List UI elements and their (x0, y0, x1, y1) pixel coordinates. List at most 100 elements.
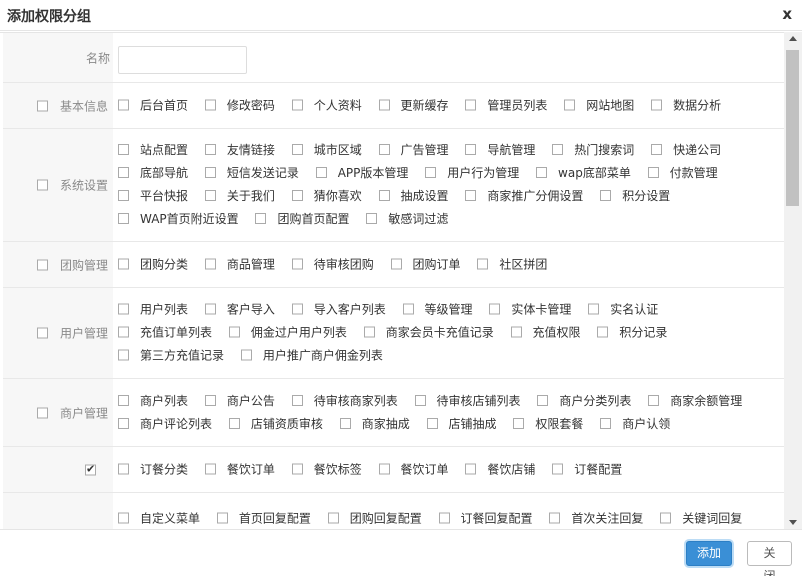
permission-item[interactable]: 订餐回复配置 (438, 512, 546, 526)
permission-item[interactable]: 首次关注回复 (549, 512, 656, 526)
permission-item[interactable]: 网站地图 (564, 98, 647, 112)
permission-item[interactable]: 店铺资质审核 (228, 417, 336, 431)
permission-item[interactable]: 待审核店铺列表 (414, 394, 534, 408)
permission-checkbox[interactable] (363, 326, 375, 338)
permission-item[interactable]: 商品管理 (204, 257, 288, 271)
permission-item[interactable]: 关于我们 (204, 189, 288, 203)
permission-item[interactable]: 商家会员卡充值记录 (363, 326, 507, 340)
permission-checkbox[interactable] (651, 144, 663, 155)
permission-checkbox[interactable] (651, 99, 663, 110)
permission-checkbox[interactable] (228, 417, 240, 429)
permission-item[interactable]: 商户列表 (118, 394, 201, 408)
permission-checkbox[interactable] (118, 326, 129, 338)
add-button[interactable]: 添加 (686, 541, 732, 566)
permission-item[interactable]: 商户公告 (204, 394, 288, 408)
scrollbar[interactable] (784, 32, 802, 529)
permission-item[interactable]: 等级管理 (402, 303, 486, 317)
permission-checkbox[interactable] (552, 463, 564, 474)
permission-item[interactable]: 团购分类 (118, 257, 201, 271)
permission-checkbox[interactable] (216, 512, 228, 524)
permission-item[interactable]: 权限套餐 (513, 417, 596, 431)
permission-item[interactable]: APP版本管理 (315, 166, 422, 180)
permission-item[interactable]: 充值权限 (510, 326, 594, 340)
permission-checkbox[interactable] (204, 463, 216, 474)
permission-checkbox[interactable] (291, 303, 303, 315)
permission-checkbox[interactable] (291, 463, 303, 474)
permission-checkbox[interactable] (378, 190, 390, 201)
permission-checkbox[interactable] (549, 512, 561, 524)
permission-item[interactable]: 用户行为管理 (425, 166, 532, 180)
permission-checkbox[interactable] (118, 463, 129, 474)
permission-item[interactable]: 社区拼团 (477, 257, 560, 271)
permission-checkbox[interactable] (118, 417, 129, 429)
permission-checkbox[interactable] (118, 144, 129, 155)
permission-item[interactable]: 导入客户列表 (291, 303, 399, 317)
permission-checkbox[interactable] (402, 303, 414, 315)
permission-checkbox[interactable] (477, 258, 489, 269)
permission-checkbox[interactable] (291, 99, 303, 110)
permission-checkbox[interactable] (118, 99, 129, 110)
permission-item[interactable]: 商家余额管理 (648, 394, 755, 408)
permission-checkbox[interactable] (597, 326, 609, 338)
permission-checkbox[interactable] (378, 463, 390, 474)
permission-item[interactable]: 积分设置 (600, 189, 683, 203)
permission-item[interactable]: 城市区域 (291, 143, 375, 157)
permission-item[interactable]: 团购回复配置 (327, 512, 435, 526)
permission-checkbox[interactable] (390, 258, 402, 269)
permission-item[interactable]: 订餐配置 (552, 462, 635, 476)
permission-item[interactable]: 热门搜索词 (552, 143, 647, 157)
permission-checkbox[interactable] (118, 349, 129, 361)
group-checkbox[interactable] (37, 179, 48, 191)
permission-checkbox[interactable] (204, 144, 216, 155)
permission-checkbox[interactable] (118, 258, 129, 269)
permission-checkbox[interactable] (291, 144, 303, 155)
permission-item[interactable]: 敏感词过滤 (366, 212, 461, 226)
permission-checkbox[interactable] (647, 167, 659, 178)
permission-checkbox[interactable] (204, 258, 216, 269)
permission-item[interactable]: 抽成设置 (378, 189, 462, 203)
permission-item[interactable]: 餐饮标签 (291, 462, 375, 476)
permission-checkbox[interactable] (489, 303, 501, 315)
permission-checkbox[interactable] (291, 258, 303, 269)
permission-item[interactable]: 后台首页 (118, 98, 201, 112)
permission-item[interactable]: 用户列表 (118, 303, 201, 317)
permission-checkbox[interactable] (204, 190, 216, 201)
permission-item[interactable]: 底部导航 (118, 166, 201, 180)
permission-item[interactable]: 短信发送记录 (204, 166, 312, 180)
group-checkbox[interactable] (85, 462, 96, 475)
permission-item[interactable]: 佣金过户用户列表 (228, 326, 360, 340)
permission-checkbox[interactable] (366, 213, 378, 224)
permission-item[interactable]: 管理员列表 (465, 98, 560, 112)
permission-item[interactable]: 实名认证 (588, 303, 671, 317)
permission-item[interactable]: 站点配置 (118, 143, 201, 157)
permission-checkbox[interactable] (378, 99, 390, 110)
permission-checkbox[interactable] (378, 144, 390, 155)
permission-item[interactable]: 第三方充值记录 (118, 349, 237, 363)
permission-checkbox[interactable] (510, 326, 522, 338)
permission-item[interactable]: 商户认领 (600, 417, 683, 431)
permission-item[interactable]: 订餐分类 (118, 462, 201, 476)
group-checkbox[interactable] (37, 100, 48, 111)
permission-item[interactable]: 商家推广分佣设置 (465, 189, 596, 203)
permission-checkbox[interactable] (204, 167, 216, 178)
permission-checkbox[interactable] (291, 190, 303, 201)
permission-checkbox[interactable] (552, 144, 564, 155)
scroll-up-arrow-icon[interactable] (789, 36, 797, 41)
permission-item[interactable]: 个人资料 (291, 98, 375, 112)
close-icon[interactable]: x (782, 5, 792, 23)
permission-checkbox[interactable] (537, 394, 549, 406)
permission-checkbox[interactable] (426, 417, 438, 429)
permission-item[interactable]: 团购首页配置 (255, 212, 362, 226)
permission-checkbox[interactable] (118, 167, 129, 178)
permission-checkbox[interactable] (118, 394, 129, 406)
close-button[interactable]: 关闭 (747, 541, 792, 576)
permission-checkbox[interactable] (536, 167, 548, 178)
permission-item[interactable]: 待审核商家列表 (291, 394, 411, 408)
permission-checkbox[interactable] (118, 213, 129, 224)
permission-item[interactable]: 首页回复配置 (216, 512, 324, 526)
permission-checkbox[interactable] (291, 394, 303, 406)
permission-item[interactable]: 餐饮店铺 (465, 462, 548, 476)
permission-checkbox[interactable] (315, 167, 327, 178)
permission-checkbox[interactable] (118, 303, 129, 315)
permission-checkbox[interactable] (660, 512, 672, 524)
